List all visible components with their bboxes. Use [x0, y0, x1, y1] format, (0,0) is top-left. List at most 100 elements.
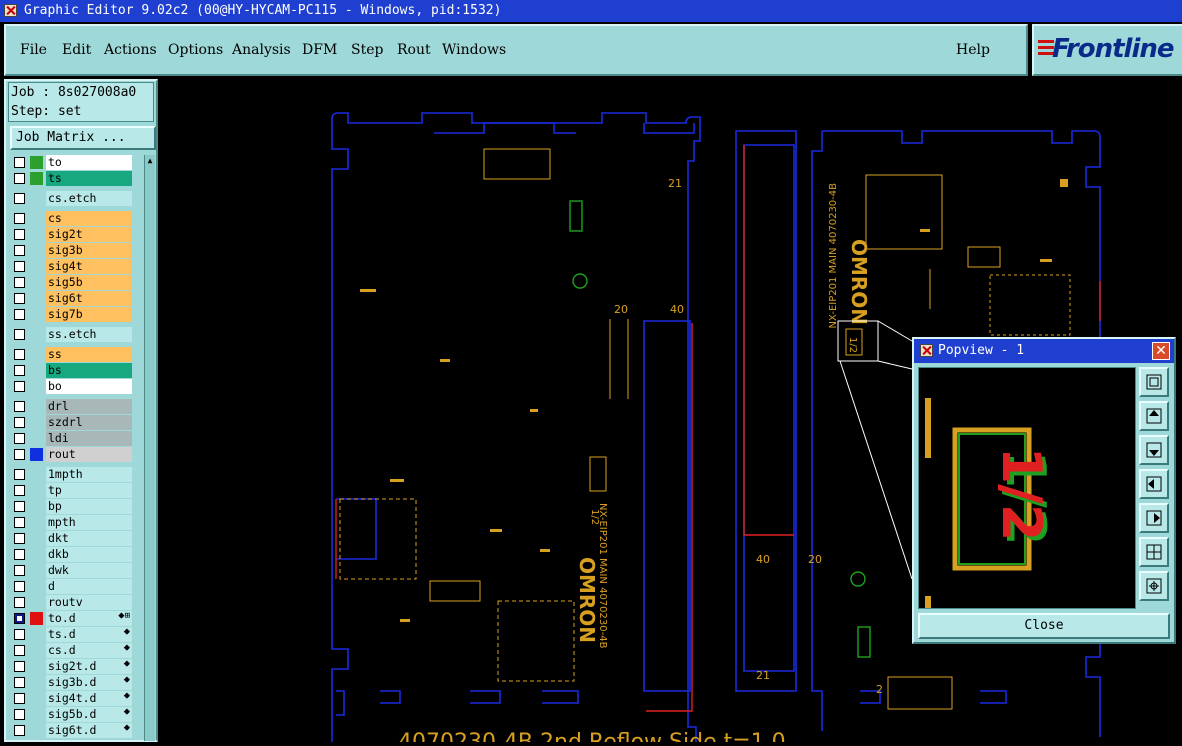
window-title-bar[interactable]: Graphic Editor 9.02c2 (00@HY-HYCAM-PC115…: [0, 0, 1182, 22]
layer-color-swatch[interactable]: [30, 348, 43, 361]
layer-checkbox[interactable]: [14, 469, 25, 480]
layer-name[interactable]: routv: [46, 595, 132, 610]
layer-row[interactable]: d: [12, 579, 132, 594]
layer-row[interactable]: ldi: [12, 431, 132, 446]
layer-color-swatch[interactable]: [30, 400, 43, 413]
layer-color-swatch[interactable]: [30, 416, 43, 429]
layer-name[interactable]: sig3b.d: [46, 675, 132, 690]
layer-color-swatch[interactable]: [30, 692, 43, 705]
layer-checkbox[interactable]: [14, 449, 25, 460]
menu-dfm[interactable]: DFM: [302, 42, 337, 58]
layer-checkbox[interactable]: [14, 157, 25, 168]
menu-options[interactable]: Options: [168, 42, 223, 58]
layer-color-swatch[interactable]: [30, 596, 43, 609]
layer-name[interactable]: dwk: [46, 563, 132, 578]
layer-checkbox[interactable]: [14, 329, 25, 340]
layer-checkbox[interactable]: [14, 245, 25, 256]
layer-checkbox[interactable]: [14, 193, 25, 204]
layer-color-swatch[interactable]: [30, 212, 43, 225]
menu-step[interactable]: Step: [351, 42, 383, 58]
layer-checkbox[interactable]: [14, 629, 25, 640]
layer-checkbox[interactable]: [14, 293, 25, 304]
layer-color-swatch[interactable]: [30, 676, 43, 689]
layer-name[interactable]: bp: [46, 499, 132, 514]
layer-checkbox[interactable]: [14, 381, 25, 392]
layer-color-swatch[interactable]: [30, 516, 43, 529]
layer-color-swatch[interactable]: [30, 448, 43, 461]
layer-checkbox[interactable]: [14, 213, 25, 224]
layer-color-swatch[interactable]: [30, 724, 43, 737]
layer-name[interactable]: sig6t.d: [46, 723, 132, 738]
layer-checkbox[interactable]: [14, 365, 25, 376]
layer-checkbox[interactable]: [14, 261, 25, 272]
layer-checkbox[interactable]: [14, 645, 25, 656]
zoom-fit-icon[interactable]: [1139, 367, 1169, 397]
layer-row[interactable]: cs.etch: [12, 191, 132, 206]
pan-down-icon[interactable]: [1139, 435, 1169, 465]
layer-row[interactable]: dkt: [12, 531, 132, 546]
layer-checkbox[interactable]: [14, 349, 25, 360]
pan-left-icon[interactable]: [1139, 469, 1169, 499]
layer-name[interactable]: sig5b: [46, 275, 132, 290]
popview-title-bar[interactable]: Popview - 1 ✕: [914, 339, 1174, 363]
layer-row[interactable]: sig3b: [12, 243, 132, 258]
layer-name[interactable]: tp: [46, 483, 132, 498]
pan-up-icon[interactable]: [1139, 401, 1169, 431]
menu-analysis[interactable]: Analysis: [232, 42, 291, 58]
layer-name[interactable]: drl: [46, 399, 132, 414]
layer-row[interactable]: to: [12, 155, 132, 170]
layer-color-swatch[interactable]: [30, 548, 43, 561]
layer-name[interactable]: szdrl: [46, 415, 132, 430]
layer-name[interactable]: sig2t.d: [46, 659, 132, 674]
layer-color-swatch[interactable]: [30, 308, 43, 321]
layer-row[interactable]: mpth: [12, 515, 132, 530]
layer-row[interactable]: cs.d ⬥: [12, 643, 132, 658]
layer-checkbox[interactable]: [14, 661, 25, 672]
layer-row[interactable]: tp: [12, 483, 132, 498]
layer-name[interactable]: cs.d: [46, 643, 132, 658]
layer-row[interactable]: 1mpth: [12, 467, 132, 482]
layer-name[interactable]: ts.d: [46, 627, 132, 642]
layer-row[interactable]: szdrl: [12, 415, 132, 430]
layer-row[interactable]: ts: [12, 171, 132, 186]
close-button[interactable]: Close: [918, 613, 1170, 639]
layer-checkbox[interactable]: [14, 549, 25, 560]
layer-color-swatch[interactable]: [30, 192, 43, 205]
layer-color-swatch[interactable]: [30, 660, 43, 673]
layer-checkbox[interactable]: [14, 565, 25, 576]
layer-color-swatch[interactable]: [30, 580, 43, 593]
layer-checkbox[interactable]: [14, 725, 25, 736]
layer-row[interactable]: ss: [12, 347, 132, 362]
layer-row[interactable]: dwk: [12, 563, 132, 578]
menu-help[interactable]: Help: [956, 42, 990, 58]
layer-checkbox[interactable]: [14, 501, 25, 512]
layer-color-swatch[interactable]: [30, 328, 43, 341]
layer-name[interactable]: bs: [46, 363, 132, 378]
layer-row[interactable]: bs: [12, 363, 132, 378]
layer-color-swatch[interactable]: [30, 156, 43, 169]
layer-checkbox[interactable]: [14, 229, 25, 240]
layer-checkbox[interactable]: [14, 613, 25, 624]
layer-name[interactable]: sig6t: [46, 291, 132, 306]
layer-checkbox[interactable]: [14, 417, 25, 428]
layer-name[interactable]: sig3b: [46, 243, 132, 258]
layer-row[interactable]: sig3b.d ⬥: [12, 675, 132, 690]
layer-name[interactable]: 1mpth: [46, 467, 132, 482]
layer-name[interactable]: ts: [46, 171, 132, 186]
layer-color-swatch[interactable]: [30, 260, 43, 273]
layer-color-swatch[interactable]: [30, 628, 43, 641]
layer-row[interactable]: bo: [12, 379, 132, 394]
layer-name[interactable]: ldi: [46, 431, 132, 446]
menu-edit[interactable]: Edit: [62, 42, 91, 58]
layer-row[interactable]: sig7b: [12, 307, 132, 322]
layer-row[interactable]: routv: [12, 595, 132, 610]
job-matrix-button[interactable]: Job Matrix ...: [10, 126, 156, 150]
layer-name[interactable]: sig2t: [46, 227, 132, 242]
layer-name[interactable]: cs: [46, 211, 132, 226]
layer-checkbox[interactable]: [14, 309, 25, 320]
layer-name[interactable]: bo: [46, 379, 132, 394]
menu-rout[interactable]: Rout: [397, 42, 431, 58]
layer-row[interactable]: drl: [12, 399, 132, 414]
layer-checkbox[interactable]: [14, 277, 25, 288]
layer-color-swatch[interactable]: [30, 380, 43, 393]
